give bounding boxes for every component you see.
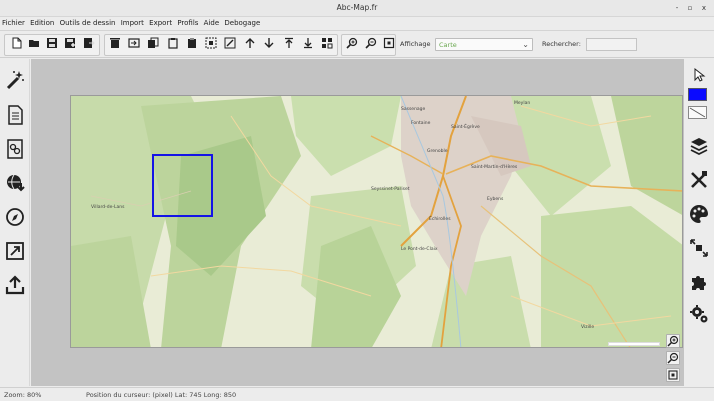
affichage-label: Affichage [400,40,431,48]
map-label-fontaine: Fontaine [411,120,431,126]
layers-stack-icon[interactable] [4,138,26,160]
scale-bar [608,342,660,346]
arrow-up-icon[interactable] [243,36,257,50]
document-icon[interactable] [4,104,26,126]
layers-icon[interactable] [689,136,709,156]
maximize-button[interactable]: ▫ [685,3,695,13]
left-toolbar [0,59,30,386]
zoom-fit-icon[interactable] [382,36,396,50]
map-label-sassenage: Sassenage [401,106,426,112]
palette-icon[interactable] [689,204,709,224]
wand-icon[interactable] [4,69,26,91]
save-as-icon[interactable] [63,36,77,50]
map-label-grenoble: Grenoble [427,148,448,154]
save-icon[interactable] [45,36,59,50]
puzzle-icon[interactable] [689,272,709,292]
shape-style-swatch[interactable] [688,106,707,119]
zoom-out-icon[interactable] [364,36,378,50]
window-title: Abc-Map.fr [336,3,378,12]
open-folder-icon[interactable] [27,36,41,50]
magic-edit-icon[interactable] [223,36,237,50]
menu-export[interactable]: Export [149,17,172,29]
paste-icon[interactable] [166,36,180,50]
upload-icon[interactable] [4,274,26,296]
cursor-position-status: Position du curseur: (pixel) Lat: 745 Lo… [86,391,237,399]
map-label-saint-martin: Saint-Martin-d'Hères [471,163,518,170]
arrow-bottom-icon[interactable] [301,36,315,50]
status-bar: Zoom: 80% Position du curseur: (pixel) L… [0,387,714,401]
window-titlebar: Abc-Map.fr - ▫ x [0,0,714,17]
arrow-down-icon[interactable] [262,36,276,50]
menu-import[interactable]: Import [121,17,144,29]
map-label-seyssinet: Seyssinet-Pariset [371,186,410,192]
map-zoom-in-icon[interactable] [666,334,680,348]
menu-outils-de-dessin[interactable]: Outils de dessin [60,17,116,29]
map-tiles: Fontaine Saint-Égrève Grenoble Saint-Mar… [71,96,682,347]
menu-aide[interactable]: Aide [204,17,219,29]
map-label-eybens: Eybens [487,196,504,202]
map-reset-view-icon[interactable] [666,368,680,382]
menu-debogage[interactable]: Debogage [224,17,260,29]
globe-download-icon[interactable] [4,172,26,194]
menu-profils[interactable]: Profils [177,17,198,29]
chevron-down-icon: ⌄ [522,40,529,49]
compass-icon[interactable] [4,206,26,228]
settings-icon[interactable] [689,304,709,324]
draw-tools-icon[interactable] [689,170,709,190]
close-button[interactable]: x [699,3,709,13]
copy-icon[interactable] [146,36,160,50]
import-layer-icon[interactable] [127,36,141,50]
draw-color-swatch[interactable] [688,88,707,101]
search-input[interactable] [586,38,637,51]
map-label-pont-de-claix: Le Pont-de-Claix [401,246,438,252]
map-view[interactable]: Fontaine Saint-Égrève Grenoble Saint-Mar… [70,95,683,348]
affichage-value: Carte [439,41,457,49]
duplicate-icon[interactable] [204,36,218,50]
map-label-vizille: Vizille [581,324,594,330]
main-toolbar: Affichage Carte ⌄ Rechercher: [0,30,714,58]
selection-rectangle[interactable] [152,154,213,217]
minimize-button[interactable]: - [672,3,682,13]
arrow-top-icon[interactable] [282,36,296,50]
grid-icon[interactable] [320,36,334,50]
clipboard-icon[interactable] [185,36,199,50]
new-file-icon[interactable] [10,36,24,50]
expand-cube-icon[interactable] [689,238,709,258]
menu-bar: Fichier Edition Outils de dessin Import … [0,17,714,29]
map-label-villard-de-lans: Villard-de-Lans [91,204,125,210]
export-file-icon[interactable] [82,36,96,50]
map-zoom-out-icon[interactable] [666,351,680,365]
zoom-status: Zoom: 80% [4,391,42,399]
menu-fichier[interactable]: Fichier [2,17,25,29]
delete-icon[interactable] [108,36,122,50]
menu-edition[interactable]: Edition [30,17,54,29]
search-label: Rechercher: [542,40,581,48]
pointer-icon[interactable] [692,68,706,82]
resize-window-icon[interactable] [4,240,26,262]
zoom-in-icon[interactable] [345,36,359,50]
affichage-select[interactable]: Carte ⌄ [435,38,533,51]
map-label-meylan: Meylan [514,100,530,106]
